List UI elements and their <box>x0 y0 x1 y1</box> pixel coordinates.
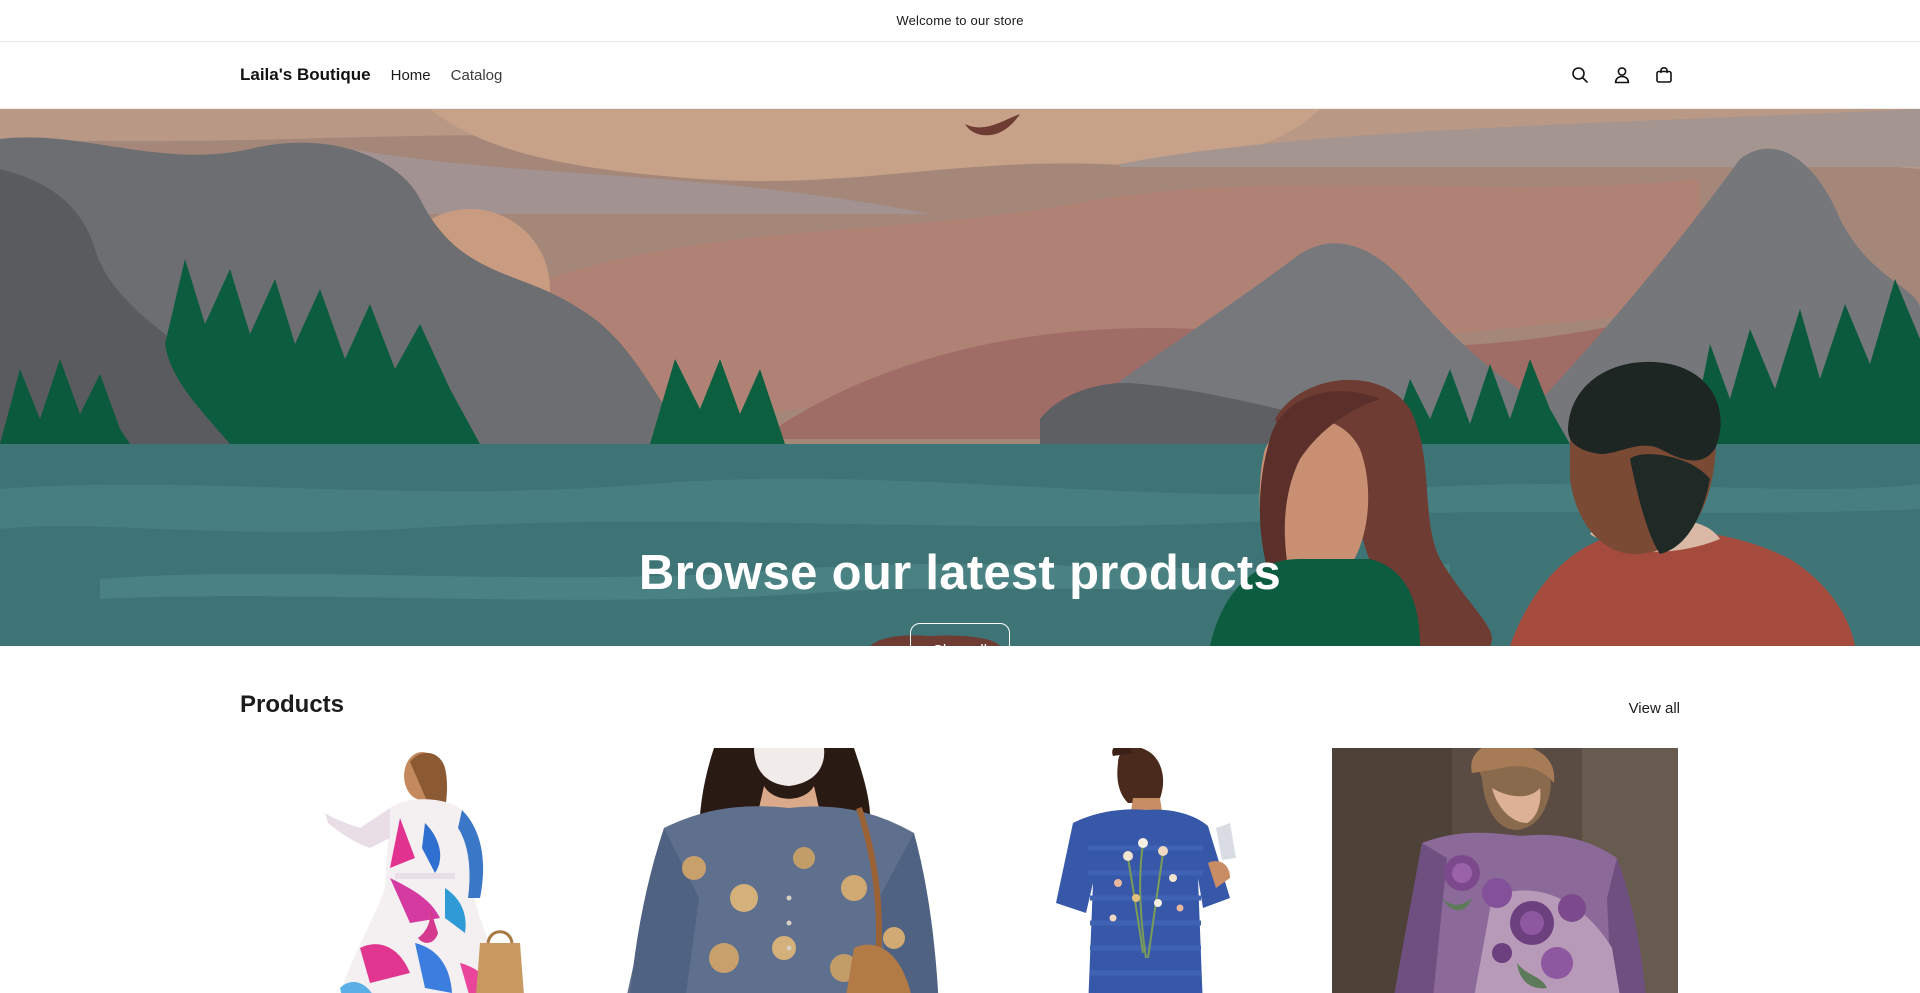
product-grid <box>240 748 1680 993</box>
cart-icon[interactable] <box>1652 63 1676 87</box>
product-card[interactable] <box>1332 748 1678 993</box>
store-logo[interactable]: Laila's Boutique <box>240 65 371 85</box>
view-all-link[interactable]: View all <box>1629 700 1680 719</box>
hero-banner: Browse our latest products Shop all <box>0 109 1920 646</box>
product-image-purple-top <box>1332 748 1678 993</box>
nav-home[interactable]: Home <box>391 67 431 84</box>
announcement-bar: Welcome to our store <box>0 0 1920 42</box>
header-icons <box>1568 63 1680 87</box>
product-card[interactable] <box>240 748 586 993</box>
product-image-floral-dress <box>240 748 586 993</box>
site-header: Laila's Boutique Home Catalog <box>0 42 1920 109</box>
product-image-blue-tshirt <box>968 748 1314 993</box>
product-image-blue-blouse <box>604 748 950 993</box>
search-icon[interactable] <box>1568 63 1592 87</box>
product-card[interactable] <box>604 748 950 993</box>
product-card[interactable] <box>968 748 1314 993</box>
account-icon[interactable] <box>1610 63 1634 87</box>
announcement-text: Welcome to our store <box>896 13 1024 28</box>
products-title: Products <box>240 691 345 718</box>
hero-title: Browse our latest products <box>638 546 1282 600</box>
shop-all-button[interactable]: Shop all <box>910 623 1010 646</box>
nav-catalog[interactable]: Catalog <box>451 67 503 84</box>
